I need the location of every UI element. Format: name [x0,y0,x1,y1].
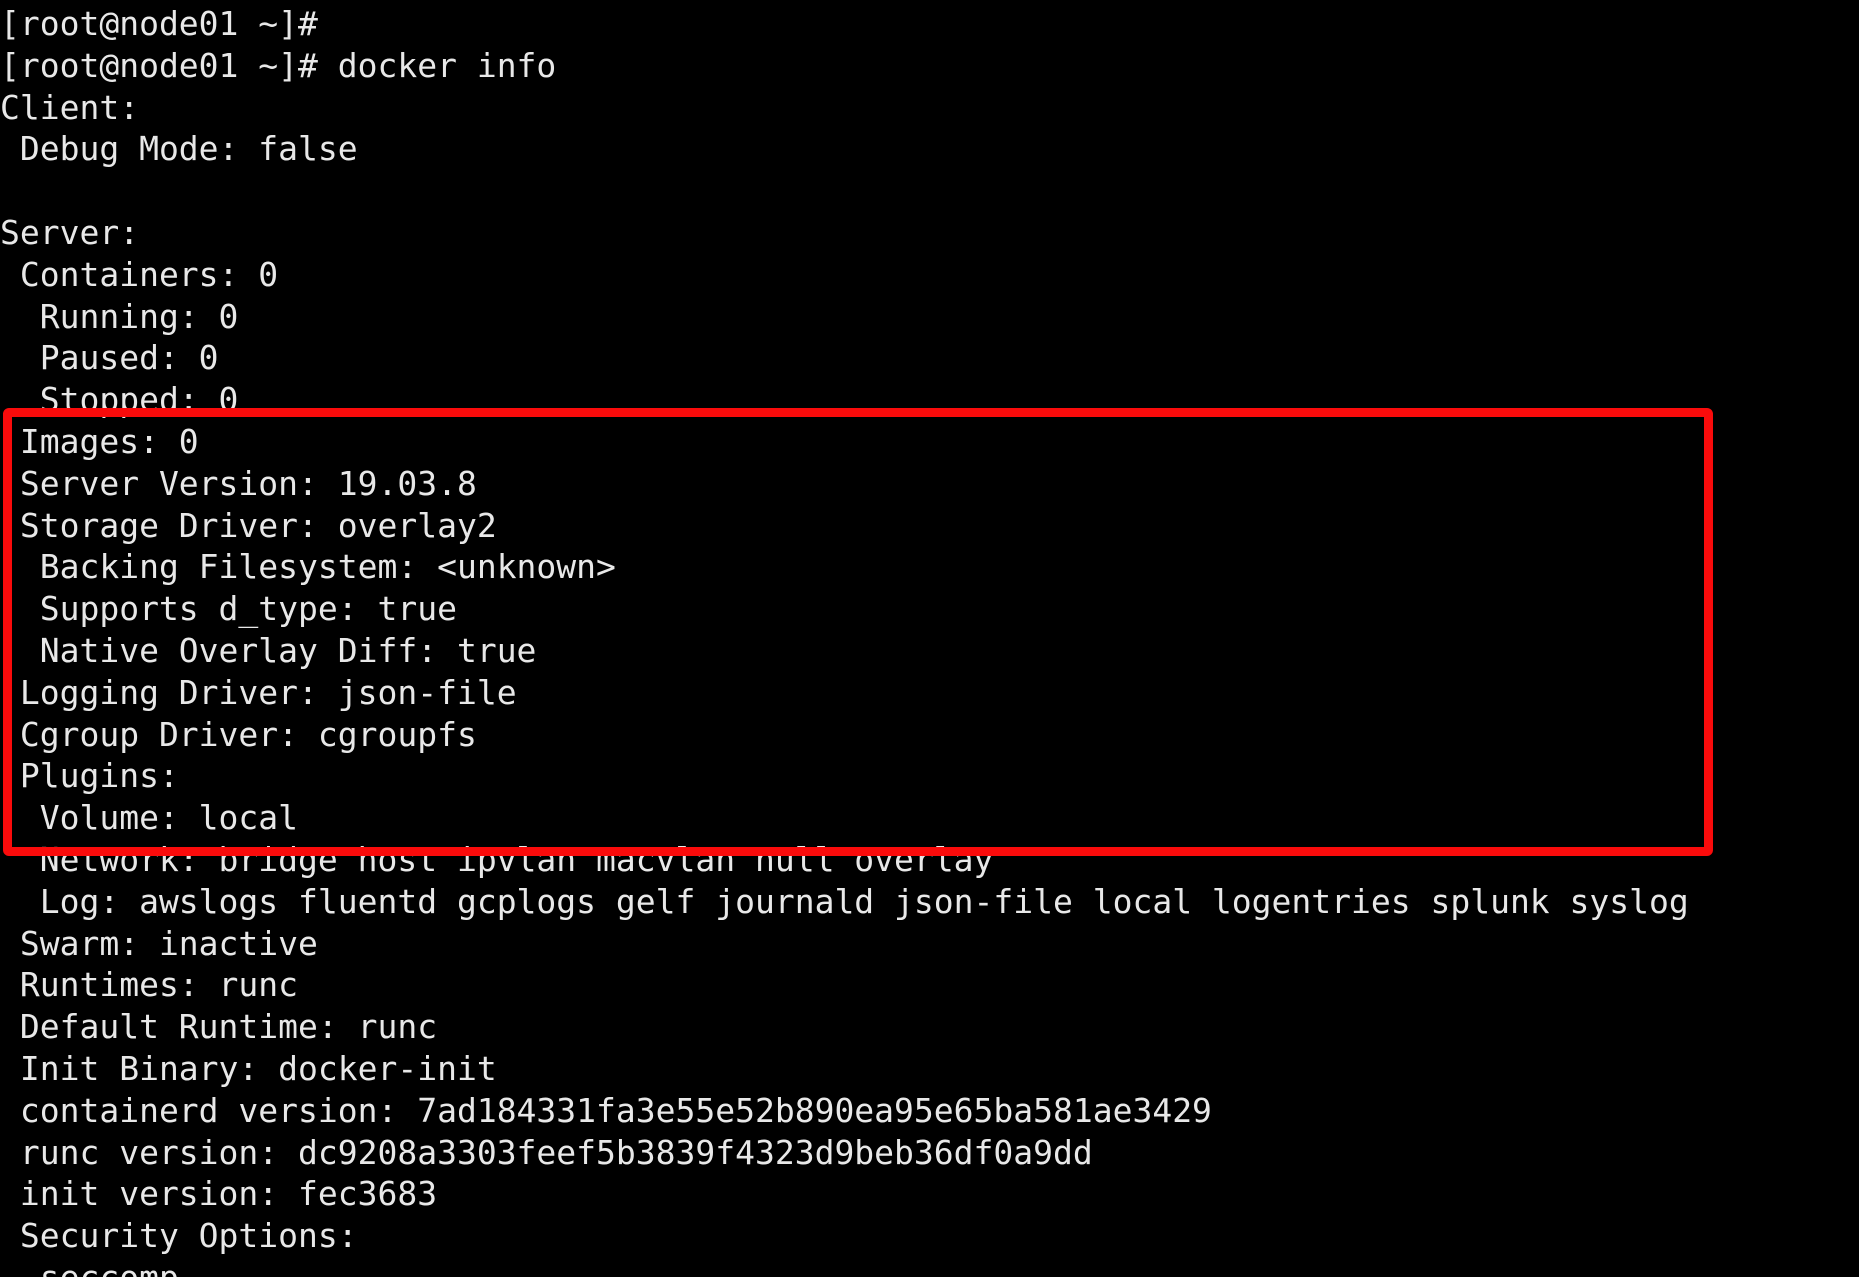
terminal-line: Stopped: 0 [0,380,239,420]
terminal-line: Native Overlay Diff: true [0,630,537,670]
terminal-line: Default Runtime: runc [0,1007,438,1047]
terminal-line: Volume: local [0,798,299,838]
terminal-line: Containers: 0 [0,254,279,294]
terminal-line: Plugins: [0,756,179,796]
terminal-line: seccomp [0,1257,1859,1277]
terminal-output[interactable]: [root@node01 ~]# [root@node01 ~]# docker … [0,3,1859,1277]
terminal-line: [root@node01 ~]# docker info [0,45,557,85]
terminal-line: Supports d_type: true [0,589,457,629]
terminal-line: Storage Driver: overlay2 [0,505,497,545]
terminal-line: Running: 0 [0,296,239,336]
terminal-line: Security Options: [0,1216,358,1256]
terminal-line: [root@node01 ~]# [0,4,318,43]
terminal-line: Server: [0,212,140,252]
terminal-line: Log: awslogs fluentd gcplogs gelf journa… [0,881,1689,921]
terminal-line: Init Binary: docker-init [0,1048,497,1088]
terminal-line: Cgroup Driver: cgroupfs [0,714,477,754]
terminal-line: Swarm: inactive [0,923,318,963]
terminal-line: containerd version: 7ad184331fa3e55e52b8… [0,1090,1212,1130]
terminal-line: Server Version: 19.03.8 [0,463,477,503]
terminal-line: Debug Mode: false [0,129,358,169]
terminal-line: Network: bridge host ipvlan macvlan null… [0,839,994,879]
terminal-window[interactable]: [root@node01 ~]# [root@node01 ~]# docker … [0,0,1859,1277]
terminal-line: Images: 0 [0,421,199,461]
terminal-line: Logging Driver: json-file [0,672,517,712]
terminal-line: Runtimes: runc [0,965,299,1005]
terminal-line: runc version: dc9208a3303feef5b3839f4323… [0,1132,1093,1172]
terminal-line: Paused: 0 [0,338,219,378]
terminal-line: init version: fec3683 [0,1174,438,1214]
terminal-line: Client: [0,87,140,127]
terminal-line: Backing Filesystem: <unknown> [0,547,616,587]
